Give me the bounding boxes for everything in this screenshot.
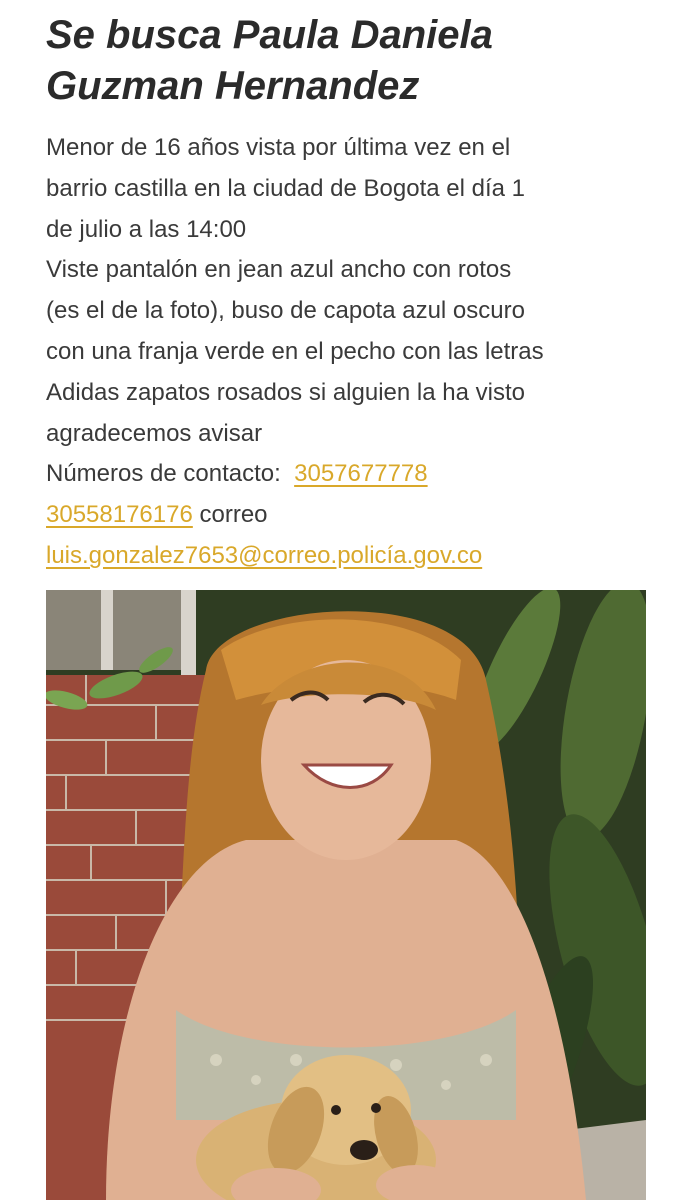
description-line: Menor de 16 años vista por última vez en… bbox=[46, 134, 511, 161]
phone-link-1[interactable]: 3057677778 bbox=[294, 460, 427, 487]
poster-title: Se busca Paula Daniela Guzman Hernandez bbox=[46, 10, 656, 112]
email-link[interactable]: luis.gonzalez7653@correo.policía.gov.co bbox=[46, 542, 482, 569]
phone-link-2[interactable]: 30558176176 bbox=[46, 501, 193, 528]
description-line: con una franja verde en el pecho con las… bbox=[46, 337, 544, 365]
missing-person-poster: Se busca Paula Daniela Guzman Hernandez … bbox=[0, 0, 676, 1200]
description-line: Viste pantalón en jean azul ancho con ro… bbox=[46, 256, 512, 284]
description-line: de julio a las 14:00 bbox=[46, 215, 247, 243]
contact-label: Números de contacto: bbox=[46, 460, 281, 488]
missing-person-photo bbox=[46, 590, 646, 1200]
description-line: Adidas zapatos rosados si alguien la ha … bbox=[46, 378, 525, 406]
contact-line-2: 30558176176 correo bbox=[46, 495, 666, 536]
description-line: (es el de la foto), buso de capota azul … bbox=[46, 297, 525, 325]
description-line: barrio castilla en la ciudad de Bogota e… bbox=[46, 174, 525, 202]
email-line: luis.gonzalez7653@correo.policía.gov.co bbox=[46, 536, 666, 577]
title-line-2: Guzman Hernandez bbox=[46, 64, 420, 108]
contact-line: Números de contacto: 3057677778 bbox=[46, 454, 666, 495]
poster-description: Menor de 16 años vista por última vez en… bbox=[46, 128, 666, 577]
email-label: correo bbox=[199, 501, 268, 529]
description-line: agradecemos avisar bbox=[46, 419, 263, 447]
photo-illustration bbox=[46, 590, 646, 1200]
title-line-1: Se busca Paula Daniela bbox=[46, 13, 493, 57]
